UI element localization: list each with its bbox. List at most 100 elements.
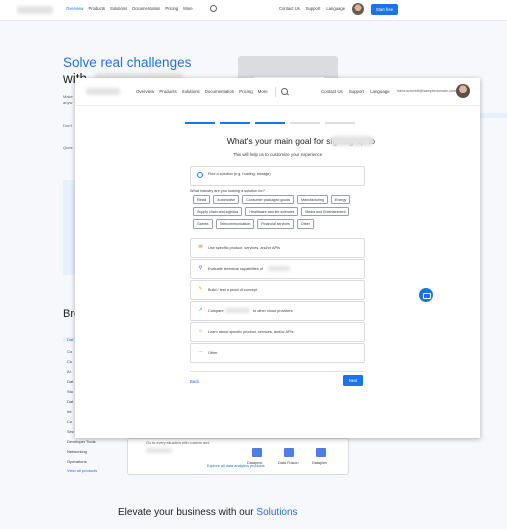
start-free-button[interactable]: Start free (371, 4, 398, 15)
sidebar-item[interactable]: Sec (67, 429, 74, 434)
goal-option-label: Evaluate technical capabilities of (208, 266, 263, 271)
chip-energy[interactable]: Energy (330, 195, 351, 205)
nav-divider (275, 87, 276, 97)
chip-media-entertainment[interactable]: Media and Entertainment (301, 207, 350, 217)
nav-documentation[interactable]: Documentation (132, 6, 160, 11)
nav-pricing[interactable]: Pricing (239, 89, 252, 94)
support-link[interactable]: Support (306, 6, 321, 11)
progress-step-2 (220, 122, 250, 124)
chip-other[interactable]: Other (296, 219, 314, 229)
hero-ques: Ques (63, 145, 73, 150)
background-header: Overview Products Solutions Documentatio… (0, 0, 507, 21)
signup-nav: Overview Products Solutions Documentatio… (136, 89, 268, 94)
sidebar-item-developer-tools[interactable]: Developer Tools (67, 439, 96, 444)
contact-us-link[interactable]: Contact Us (279, 6, 300, 11)
industry-chips: Retail Automotive Consumer packaged good… (193, 195, 365, 229)
nav-documentation[interactable]: Documentation (205, 89, 235, 94)
goal-option-label-after: to other cloud providers (253, 308, 293, 313)
signup-right-links: Contact Us Support Language (321, 89, 390, 94)
sidebar-item-operations[interactable]: Operations (67, 459, 87, 464)
sidebar-item[interactable]: Dat (67, 399, 73, 404)
goal-option-label: Learn about specific product, services, … (208, 329, 294, 334)
brand-logo[interactable] (17, 6, 53, 14)
contact-us-link[interactable]: Contact Us (321, 89, 343, 94)
sidebar-item[interactable]: Sto (67, 389, 73, 394)
sidebar-item[interactable]: Co (67, 419, 72, 424)
goal-option-evaluate[interactable]: ⚲ Evaluate technical capabilities of (190, 259, 365, 279)
hero-title: Solve real challenges (63, 55, 192, 70)
nav-products[interactable]: Products (159, 89, 176, 94)
footer-divider (190, 371, 363, 372)
signup-window: Overview Products Solutions Documentatio… (75, 78, 480, 438)
hero-text-b: anyw (63, 100, 73, 105)
solutions-link[interactable]: Solutions (256, 507, 297, 518)
chip-telecommunication[interactable]: Telecommunication (215, 219, 255, 229)
chat-icon[interactable] (419, 288, 433, 302)
sidebar-item[interactable]: Int (67, 409, 71, 414)
goal-option-other[interactable]: ⋯ Other (190, 343, 365, 363)
background-right-links: Contact Us Support Language (279, 6, 345, 11)
chip-supply-chain[interactable]: Supply chain and logistics (193, 207, 243, 217)
nav-more[interactable]: More (183, 6, 193, 11)
chip-manufacturing[interactable]: Manufacturing (297, 195, 328, 205)
progress-step-3 (255, 122, 285, 124)
search-icon (197, 172, 203, 178)
sidebar-item[interactable]: AI (67, 369, 71, 374)
next-button[interactable]: Next (343, 375, 363, 386)
redacted-name (225, 308, 250, 313)
chip-financial-services[interactable]: Financial services (257, 219, 294, 229)
sidebar-item[interactable]: Co (67, 349, 72, 354)
signup-subtitle: This will help us to customize your expe… (232, 152, 323, 157)
product-data-fusion[interactable]: Data Fusion (278, 461, 298, 465)
product-box-text: Go to every situation with custom and (146, 441, 210, 445)
goal-option-learn[interactable]: ☼ Learn about specific product, services… (190, 322, 365, 342)
chip-retail[interactable]: Retail (193, 195, 211, 205)
goal-option-use-products[interactable]: ✉ Use specific product, services, and/or… (190, 238, 365, 258)
search-icon[interactable] (281, 88, 288, 95)
chip-automotive[interactable]: Automotive (213, 195, 240, 205)
goal-option-proof-of-concept[interactable]: ✎ Build / test a proof of concept (190, 280, 365, 300)
support-link[interactable]: Support (349, 89, 364, 94)
dataproc-icon (252, 448, 262, 457)
goal-option-label: Use specific product, services, and/or A… (208, 245, 280, 250)
signup-title: What's your main goal for signing up to (226, 136, 375, 146)
sidebar-item[interactable]: Co (67, 359, 72, 364)
search-icon[interactable] (210, 5, 217, 12)
chip-games[interactable]: Games (193, 219, 213, 229)
more-horiz-icon: ⋯ (198, 349, 203, 355)
redacted-name (268, 266, 290, 271)
chip-healthcare[interactable]: Healthcare and life sciences (245, 207, 299, 217)
nav-overview[interactable]: Overview (66, 6, 83, 11)
view-all-products-link[interactable]: View all products (67, 468, 97, 473)
industry-question: What industry are you looking a solution… (190, 189, 265, 193)
goal-option-compare[interactable]: ↗ Compare to other cloud providers (190, 301, 365, 321)
account-email: hans.schmidt@sampledomain.com (397, 89, 457, 93)
nav-solutions[interactable]: Solutions (182, 89, 200, 94)
nav-more[interactable]: More (258, 89, 268, 94)
goal-option-label: Build / test a proof of concept (208, 287, 258, 292)
compare-arrow-icon: ↗ (198, 307, 203, 313)
megaphone-icon: ✉ (198, 244, 203, 250)
explore-products-link[interactable]: Explore all data analytics products (207, 464, 265, 468)
elevate-text: Elevate your business with our (118, 507, 254, 518)
nav-pricing[interactable]: Pricing (165, 6, 178, 11)
avatar[interactable] (352, 3, 364, 15)
nav-solutions[interactable]: Solutions (110, 6, 127, 11)
language-selector[interactable]: Language (370, 89, 390, 94)
chip-consumer-packaged-goods[interactable]: Consumer packaged goods (242, 195, 295, 205)
product-dataplex[interactable]: Dataplex (312, 461, 327, 465)
nav-products[interactable]: Products (88, 6, 105, 11)
nav-overview[interactable]: Overview (136, 89, 154, 94)
goal-option-label: Compare (208, 308, 224, 313)
brand-logo[interactable] (86, 88, 120, 95)
sidebar-item[interactable]: Dat (67, 379, 73, 384)
language-selector[interactable]: Language (326, 6, 345, 11)
back-button[interactable]: Back (190, 379, 199, 384)
magnifier-icon: ⚲ (198, 265, 203, 271)
progress-step-4 (290, 122, 320, 124)
avatar[interactable] (456, 84, 470, 98)
solution-search-placeholder: Find a solution (e.g. hosting, storage) (208, 172, 271, 176)
sidebar-item-networking[interactable]: Networking (67, 449, 87, 454)
solution-search-input[interactable] (190, 166, 365, 186)
data-fusion-icon (284, 448, 294, 457)
